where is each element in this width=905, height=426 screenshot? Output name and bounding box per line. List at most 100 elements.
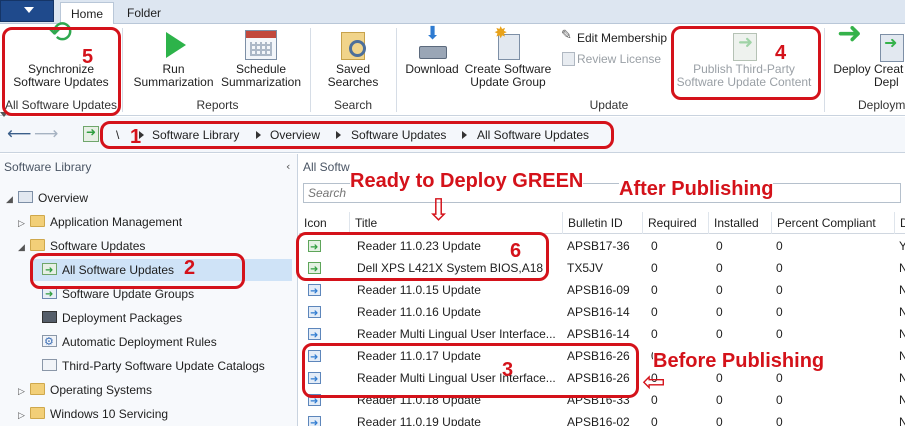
breadcrumb-separator-icon[interactable] <box>256 131 261 139</box>
breadcrumb: \ Software Library Overview Software Upd… <box>106 124 611 146</box>
tree-item-software-update-groups[interactable]: Software Update Groups <box>42 283 194 306</box>
synchronize-software-updates-button[interactable]: Synchronize Software Updates <box>8 26 114 89</box>
cell-percent-compliant: 0 <box>776 415 783 426</box>
grid-header: Icon Title Bulletin ID Required Installe… <box>299 212 905 234</box>
app-menu-button[interactable] <box>0 0 54 22</box>
column-header-required[interactable]: Required <box>642 212 708 234</box>
review-license-button[interactable]: Review License <box>561 52 661 66</box>
calendar-icon <box>245 30 277 60</box>
schedule-summarization-button[interactable]: Schedule Summarization <box>218 30 304 89</box>
cell-title: Reader Multi Lingual User Interface... <box>357 371 556 385</box>
create-software-update-group-button[interactable]: Create Software Update Group <box>462 26 554 89</box>
cell-installed: 0 <box>716 283 723 297</box>
column-header-title[interactable]: Title <box>349 212 562 234</box>
tree-item-windows-10-servicing[interactable]: ▷ Windows 10 Servicing <box>18 403 168 425</box>
cell-title: Reader 11.0.16 Update <box>357 305 481 319</box>
expanded-icon[interactable]: ◢ <box>6 189 18 211</box>
update-not-ready-icon <box>308 391 321 413</box>
create-deployment-button[interactable]: Creat Depl <box>874 30 905 89</box>
cell-d: N <box>899 327 905 341</box>
table-row[interactable]: Reader 11.0.15 Update APSB16-09 0 0 0 N <box>299 279 905 303</box>
cell-bulletin-id: APSB16-26 <box>567 371 630 385</box>
cell-percent-compliant: 0 <box>776 283 783 297</box>
breadcrumb-software-library[interactable]: Software Library <box>152 124 239 146</box>
edit-membership-button[interactable]: Edit Membership <box>561 28 668 45</box>
table-row[interactable]: Reader 11.0.19 Update APSB16-02 0 0 0 N <box>299 411 905 426</box>
tree-item-operating-systems[interactable]: ▷ Operating Systems <box>18 379 152 401</box>
deploy-button[interactable]: Deploy <box>830 27 874 76</box>
breadcrumb-all-software-updates[interactable]: All Software Updates <box>477 124 589 146</box>
update-not-ready-icon <box>308 369 321 391</box>
play-icon <box>158 30 190 60</box>
forward-arrow-icon[interactable]: ⟶ <box>34 126 58 143</box>
cell-title: Reader 11.0.19 Update <box>357 415 481 426</box>
column-header-bulletin-id[interactable]: Bulletin ID <box>562 212 642 234</box>
saved-searches-button[interactable]: Saved Searches <box>318 30 388 89</box>
cell-bulletin-id: APSB16-33 <box>567 393 630 407</box>
collapse-pane-icon[interactable]: ‹ <box>286 160 290 173</box>
column-header-d[interactable]: D <box>894 212 905 234</box>
annotation-number-3: 3 <box>502 359 514 381</box>
table-row[interactable]: Dell XPS L421X System BIOS,A18 TX5JV 0 0 0 N <box>299 257 905 281</box>
tree-item-deployment-packages[interactable]: Deployment Packages <box>42 307 182 329</box>
annotation-number-4: 4 <box>775 42 787 64</box>
tree-item-label: Automatic Deployment Rules <box>62 335 217 349</box>
table-row[interactable]: Reader 11.0.23 Update APSB17-36 0 0 0 Y <box>299 235 905 259</box>
edit-membership-label: Edit Membership <box>577 31 668 45</box>
column-header-icon[interactable]: Icon <box>299 212 349 234</box>
tree-item-overview[interactable]: ◢ Overview <box>6 187 88 209</box>
group-label-search: Search <box>333 98 373 112</box>
column-header-percent-compliant[interactable]: Percent Compliant <box>771 212 894 234</box>
chevron-down-icon <box>24 7 34 13</box>
tree-item-all-software-updates[interactable]: All Software Updates <box>30 259 292 282</box>
tree-item-label: Application Management <box>50 215 183 229</box>
annotation-number-5: 5 <box>82 46 94 68</box>
tree-item-software-updates[interactable]: ◢ Software Updates <box>18 235 145 257</box>
cell-title: Reader Multi Lingual User Interface... <box>357 327 556 341</box>
tree-item-application-management[interactable]: ▷ Application Management <box>18 211 182 233</box>
expanded-icon[interactable]: ◢ <box>18 237 30 259</box>
download-button[interactable]: Download <box>403 27 461 76</box>
cell-installed: 0 <box>716 415 723 426</box>
update-not-ready-icon <box>308 325 321 347</box>
cell-required: 0 <box>651 327 658 341</box>
group-divider <box>122 28 123 112</box>
table-row[interactable]: Reader Multi Lingual User Interface... AP… <box>299 323 905 347</box>
update-not-ready-icon <box>308 281 321 303</box>
breadcrumb-separator-icon[interactable] <box>336 131 341 139</box>
folder-icon <box>30 407 45 419</box>
folder-icon <box>30 239 45 251</box>
tab-folder[interactable]: Folder <box>117 2 171 24</box>
collapsed-icon[interactable]: ▷ <box>18 381 30 403</box>
cell-required: 0 <box>651 261 658 275</box>
column-header-installed[interactable]: Installed <box>708 212 771 234</box>
collapsed-icon[interactable]: ▷ <box>18 213 30 235</box>
table-row[interactable]: Reader 11.0.16 Update APSB16-14 0 0 0 N <box>299 301 905 325</box>
breadcrumb-software-updates[interactable]: Software Updates <box>351 124 446 146</box>
table-row[interactable]: Reader 11.0.18 UpdateAPSB16-33000N <box>299 389 905 413</box>
cell-bulletin-id: APSB16-02 <box>567 415 630 426</box>
group-divider <box>310 28 311 112</box>
run-label: Run Summarization <box>133 62 214 89</box>
create-deploy-label: Creat Depl <box>874 62 904 89</box>
cell-title: Dell XPS L421X System BIOS,A18 <box>357 261 544 275</box>
edit-icon <box>561 28 574 44</box>
cell-bulletin-id: APSB16-26 <box>567 349 630 363</box>
back-arrow-icon[interactable]: ⟵ <box>7 126 31 143</box>
group-divider <box>396 28 397 112</box>
group-divider <box>824 28 825 112</box>
folder-icon <box>30 383 45 395</box>
collapsed-icon[interactable]: ▷ <box>18 405 30 426</box>
license-icon <box>561 52 575 66</box>
breadcrumb-separator-icon[interactable] <box>462 131 467 139</box>
breadcrumb-root[interactable]: \ <box>116 124 119 146</box>
breadcrumb-overview[interactable]: Overview <box>270 124 320 146</box>
run-summarization-button[interactable]: Run Summarization <box>131 30 216 89</box>
cell-percent-compliant: 0 <box>776 327 783 341</box>
publish-third-party-content-button[interactable]: Publish Third-Party Software Update Cont… <box>673 30 815 89</box>
cell-percent-compliant: 0 <box>776 239 783 253</box>
update-group-icon <box>492 26 524 60</box>
tree-item-label: Deployment Packages <box>62 311 183 325</box>
tree-item-automatic-deployment-rules[interactable]: Automatic Deployment Rules <box>42 331 217 353</box>
tree-item-third-party-catalogs[interactable]: Third-Party Software Update Catalogs <box>42 355 265 377</box>
